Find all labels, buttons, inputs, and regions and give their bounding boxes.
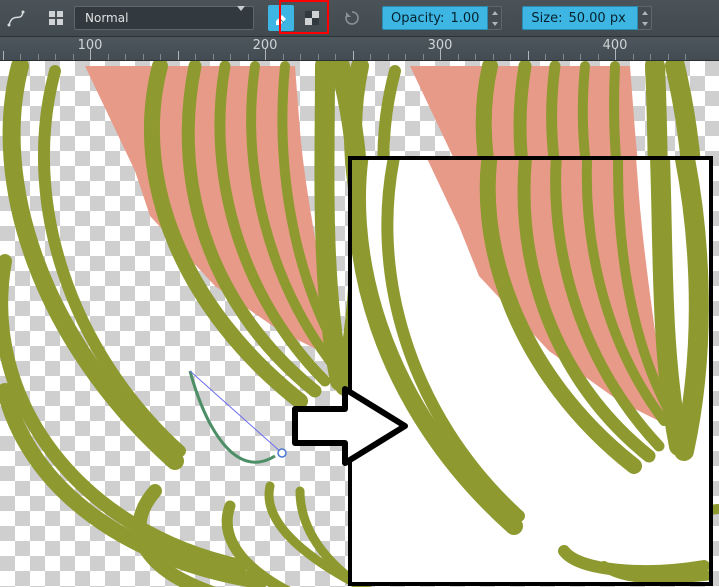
app-window: Normal Opacity: [0, 0, 719, 587]
preserve-alpha-icon [303, 9, 321, 27]
ruler-horizontal: 100 200 300 400 [0, 37, 719, 61]
size-value: 50.00 px [568, 11, 625, 26]
size-step-up[interactable] [638, 7, 651, 18]
canvas-area[interactable] [0, 61, 719, 587]
size-steppers[interactable] [638, 6, 652, 30]
artwork-after [348, 156, 713, 586]
curve-tool-button[interactable] [4, 6, 28, 30]
opacity-label: Opacity: [391, 11, 444, 26]
size-spinbox[interactable]: Size: 50.00 px [522, 6, 652, 30]
size-step-down[interactable] [638, 18, 651, 29]
ruler-label: 200 [253, 38, 278, 53]
opacity-step-down[interactable] [488, 18, 501, 29]
blend-mode-combo[interactable]: Normal [74, 6, 254, 30]
reload-icon [343, 9, 361, 27]
inset-after-panel [348, 156, 713, 586]
preserve-alpha-button[interactable] [300, 6, 324, 30]
ruler-label: 300 [428, 38, 453, 53]
blend-mode-value: Normal [85, 11, 128, 25]
transition-arrow-icon [290, 381, 410, 471]
opacity-step-up[interactable] [488, 7, 501, 18]
chevron-down-icon [237, 11, 245, 25]
grid-icon [47, 9, 65, 27]
reload-preset-button[interactable] [340, 6, 364, 30]
ruler-label: 100 [78, 38, 103, 53]
eraser-icon [272, 9, 290, 27]
opacity-spinbox[interactable]: Opacity: 1.00 [382, 6, 502, 30]
curve-tool-icon [7, 9, 25, 27]
toolbar: Normal Opacity: [0, 0, 719, 37]
grid-button[interactable] [44, 6, 68, 30]
eraser-mode-button[interactable] [268, 5, 294, 31]
opacity-value: 1.00 [450, 11, 479, 26]
size-label: Size: [531, 11, 562, 26]
opacity-steppers[interactable] [488, 6, 502, 30]
ruler-label: 400 [603, 38, 628, 53]
